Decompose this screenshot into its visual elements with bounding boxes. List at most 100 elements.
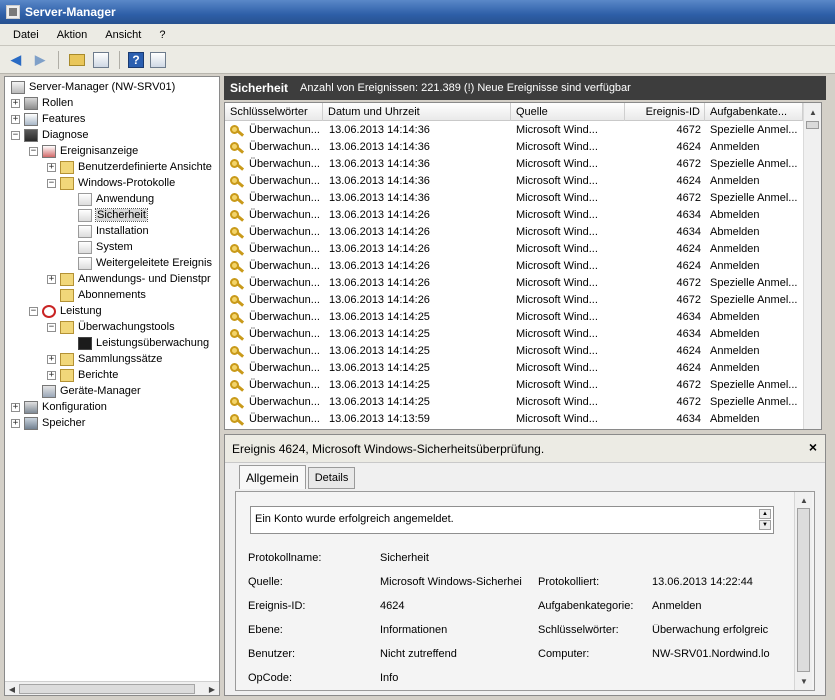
tree-item[interactable]: + Berichte <box>47 367 118 383</box>
back-arrow-icon[interactable]: ◀ <box>6 50 26 70</box>
up-folder-button[interactable] <box>67 50 87 70</box>
scroll-thumb[interactable] <box>806 121 819 129</box>
scroll-down-icon[interactable]: ▼ <box>759 520 771 530</box>
column-task-category[interactable]: Aufgabenkate... <box>705 103 803 121</box>
key-icon <box>230 294 246 307</box>
expand-icon[interactable]: + <box>47 370 56 380</box>
event-row[interactable]: Überwachun... 13.06.2013 14:14:25 Microsof… <box>225 394 803 411</box>
collapse-icon[interactable]: − <box>29 306 38 316</box>
tree-item[interactable]: − Windows-Protokolle <box>47 175 175 191</box>
event-row[interactable]: Überwachun... 13.06.2013 14:14:25 Microsof… <box>225 360 803 377</box>
event-id: 4672 <box>676 192 701 204</box>
features-icon <box>24 112 38 126</box>
event-row[interactable]: Überwachun... 13.06.2013 14:14:26 Microsof… <box>225 258 803 275</box>
event-row[interactable]: Überwachun... 13.06.2013 14:14:36 Microsof… <box>225 173 803 190</box>
event-category: Anmelden <box>710 243 760 255</box>
scroll-thumb[interactable] <box>19 684 195 694</box>
scroll-up-icon[interactable]: ▲ <box>806 105 820 119</box>
tree-item[interactable]: Abonnements <box>47 287 146 303</box>
tree-item[interactable]: − Diagnose <box>11 127 88 143</box>
message-scroll[interactable]: ▲ ▼ <box>759 509 771 531</box>
help-icon[interactable]: ? <box>128 51 144 68</box>
menu-aktion[interactable]: Aktion <box>48 29 97 41</box>
tree-item[interactable]: Anwendung <box>65 191 154 207</box>
scroll-up-icon[interactable]: ▲ <box>759 509 771 519</box>
event-row[interactable]: Überwachun... 13.06.2013 14:14:36 Microsof… <box>225 139 803 156</box>
event-row[interactable]: Überwachun... 13.06.2013 14:14:26 Microsof… <box>225 241 803 258</box>
event-source: Microsoft Wind... <box>516 345 598 357</box>
event-message-box[interactable]: Ein Konto wurde erfolgreich angemeldet. … <box>250 506 774 534</box>
scroll-thumb[interactable] <box>797 508 810 672</box>
event-date: 13.06.2013 14:14:36 <box>329 175 430 187</box>
event-id: 4672 <box>676 277 701 289</box>
forward-arrow-icon[interactable]: ▶ <box>30 50 50 70</box>
event-row[interactable]: Überwachun... 13.06.2013 14:14:26 Microsof… <box>225 292 803 309</box>
event-row[interactable]: Überwachun... 13.06.2013 14:14:26 Microsof… <box>225 275 803 292</box>
action-pane-icon <box>150 51 166 68</box>
expand-icon[interactable]: + <box>47 354 56 364</box>
tree-item[interactable]: + Anwendungs- und Dienstpr <box>47 271 211 287</box>
tree-item[interactable]: + Features <box>11 111 85 127</box>
tree-item[interactable]: Leistungsüberwachung <box>65 335 209 351</box>
tree-item[interactable]: − Leistung <box>29 303 102 319</box>
show-hide-tree-button[interactable] <box>91 50 111 70</box>
scroll-left-icon[interactable]: ◀ <box>5 682 19 695</box>
collapse-icon[interactable]: − <box>47 178 56 188</box>
console-tree[interactable]: Server-Manager (NW-SRV01) + Rollen + Feature… <box>4 76 220 696</box>
event-row[interactable]: Überwachun... 13.06.2013 14:14:36 Microsof… <box>225 190 803 207</box>
menu-help[interactable]: ? <box>150 29 174 41</box>
event-row[interactable]: Überwachun... 13.06.2013 14:14:26 Microsof… <box>225 207 803 224</box>
event-source: Microsoft Wind... <box>516 294 598 306</box>
event-row[interactable]: Überwachun... 13.06.2013 14:14:36 Microsof… <box>225 122 803 139</box>
event-row[interactable]: Überwachun... 13.06.2013 14:14:25 Microsof… <box>225 377 803 394</box>
tab-allgemein[interactable]: Allgemein <box>239 465 306 489</box>
collapse-icon[interactable]: − <box>29 146 38 156</box>
tree-item[interactable]: System <box>65 239 133 255</box>
tab-details[interactable]: Details <box>307 467 356 489</box>
tree-item[interactable]: + Speicher <box>11 415 85 431</box>
scroll-up-icon[interactable]: ▲ <box>797 493 811 507</box>
event-id: 4624 <box>676 345 701 357</box>
tree-item[interactable]: − Ereignisanzeige <box>29 143 138 159</box>
expand-icon[interactable]: + <box>47 162 56 172</box>
tree-item[interactable]: + Rollen <box>11 95 73 111</box>
tab-general-body: Ein Konto wurde erfolgreich angemeldet. … <box>235 491 815 691</box>
expand-icon[interactable]: + <box>47 274 56 284</box>
tree-item[interactable]: − Überwachungstools <box>47 319 175 335</box>
tree-item[interactable]: Weitergeleitete Ereignis <box>65 255 212 271</box>
event-row[interactable]: Überwachun... 13.06.2013 14:14:25 Microsof… <box>225 326 803 343</box>
tree-item-label: Weitergeleitete Ereignis <box>96 257 212 269</box>
tree-item[interactable]: Sicherheit <box>65 207 148 223</box>
event-row[interactable]: Überwachun... 13.06.2013 14:14:36 Microsof… <box>225 156 803 173</box>
expand-icon[interactable]: + <box>11 418 20 428</box>
scroll-down-icon[interactable]: ▼ <box>797 674 811 688</box>
column-date-time[interactable]: Datum und Uhrzeit <box>323 103 511 121</box>
expand-icon[interactable]: + <box>11 402 20 412</box>
tree-item[interactable]: + Konfiguration <box>11 399 107 415</box>
column-event-id[interactable]: Ereignis-ID <box>625 103 705 121</box>
close-icon[interactable]: × <box>809 439 817 455</box>
menu-ansicht[interactable]: Ansicht <box>96 29 150 41</box>
tree-item[interactable]: + Sammlungssätze <box>47 351 162 367</box>
tree-item[interactable]: Geräte-Manager <box>29 383 141 399</box>
event-row[interactable]: Überwachun... 13.06.2013 14:13:59 Microsof… <box>225 411 803 428</box>
event-list[interactable]: Schlüsselwörter Datum und Uhrzeit Quelle… <box>224 102 822 430</box>
menu-datei[interactable]: Datei <box>4 29 48 41</box>
expand-icon[interactable]: + <box>11 114 20 124</box>
event-list-scrollbar[interactable]: ▲ <box>803 103 821 429</box>
action-pane-button[interactable] <box>148 50 168 70</box>
event-row[interactable]: Überwachun... 13.06.2013 14:14:25 Microsof… <box>225 309 803 326</box>
column-keywords[interactable]: Schlüsselwörter <box>225 103 323 121</box>
expand-icon[interactable]: + <box>11 98 20 108</box>
tree-horizontal-scrollbar[interactable]: ◀ ▶ <box>5 681 219 695</box>
collapse-icon[interactable]: − <box>11 130 20 140</box>
tree-item[interactable]: + Benutzerdefinierte Ansichte <box>47 159 212 175</box>
event-row[interactable]: Überwachun... 13.06.2013 14:14:26 Microsof… <box>225 224 803 241</box>
tree-item[interactable]: Installation <box>65 223 149 239</box>
event-row[interactable]: Überwachun... 13.06.2013 14:14:25 Microsof… <box>225 343 803 360</box>
detail-scrollbar[interactable]: ▲ ▼ <box>794 492 812 690</box>
column-source[interactable]: Quelle <box>511 103 625 121</box>
scroll-right-icon[interactable]: ▶ <box>205 682 219 695</box>
tree-item[interactable]: Server-Manager (NW-SRV01) <box>11 79 175 95</box>
collapse-icon[interactable]: − <box>47 322 56 332</box>
